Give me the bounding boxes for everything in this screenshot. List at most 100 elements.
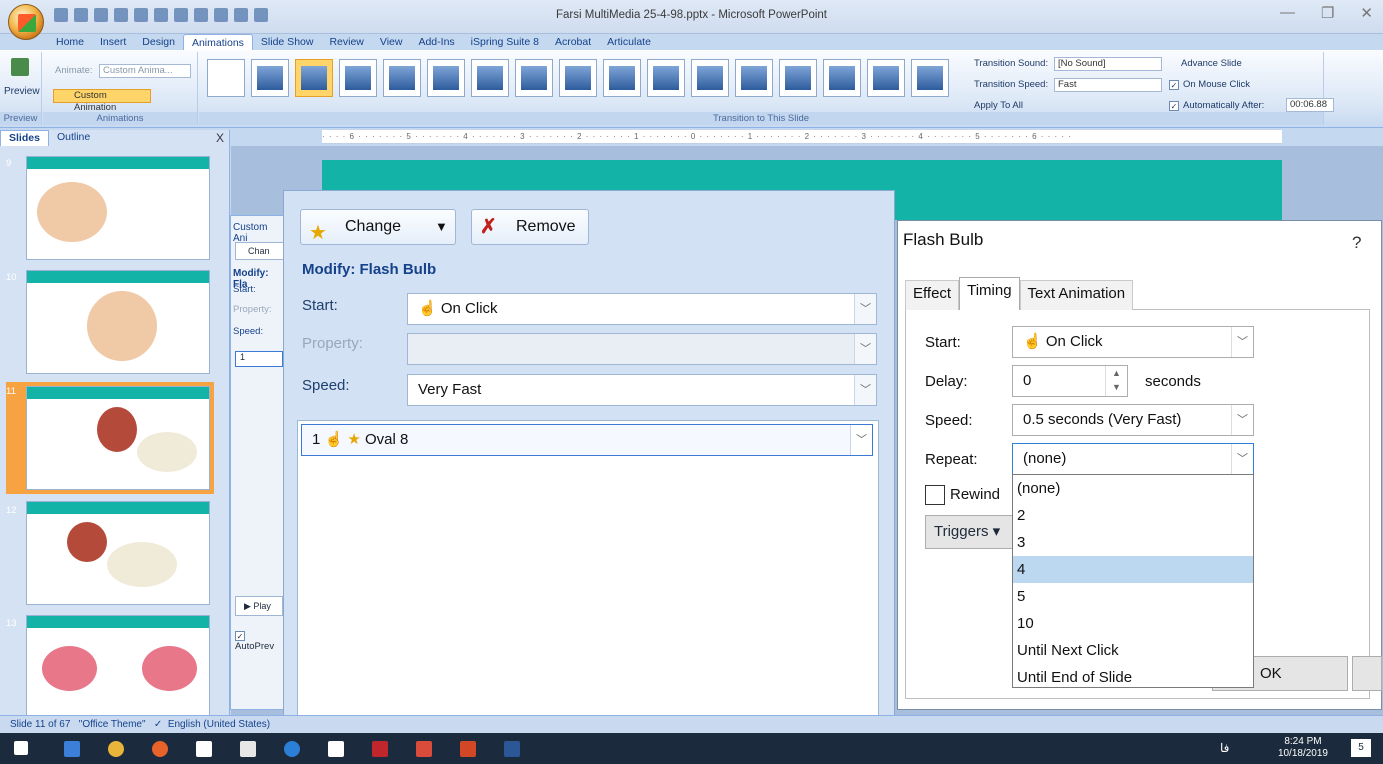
restore-button[interactable]: ❐ xyxy=(1321,4,1334,22)
app-icon[interactable] xyxy=(372,741,388,757)
tab-home[interactable]: Home xyxy=(48,34,92,50)
speed-dropdown[interactable]: Very Fast ﹀ xyxy=(407,374,877,406)
office-button[interactable] xyxy=(8,4,44,40)
transition-thumbnail[interactable] xyxy=(911,59,949,97)
transition-thumbnail[interactable] xyxy=(647,59,685,97)
close-panel-button[interactable]: X xyxy=(216,131,224,145)
transition-thumbnail[interactable] xyxy=(383,59,421,97)
clock[interactable]: 8:24 PM 10/18/2019 xyxy=(1278,736,1328,760)
slide-thumb-9[interactable] xyxy=(26,156,210,260)
chevron-down-icon[interactable]: ﹀ xyxy=(1231,444,1253,474)
delay-spinner[interactable]: 0 ▲ ▼ xyxy=(1012,365,1128,397)
app-icon[interactable] xyxy=(328,741,344,757)
repeat-option[interactable]: (none) xyxy=(1013,475,1253,502)
tab-add-ins[interactable]: Add-Ins xyxy=(410,34,462,50)
automatically-after-checkbox[interactable]: ✓ Automatically After: xyxy=(1169,100,1264,111)
repeat-option[interactable]: Until Next Click xyxy=(1013,637,1253,664)
spellcheck-icon[interactable]: ✓ xyxy=(154,719,162,730)
transition-thumbnail[interactable] xyxy=(867,59,905,97)
transition-thumbnail[interactable] xyxy=(427,59,465,97)
transition-thumbnail[interactable] xyxy=(823,59,861,97)
change-button[interactable]: ★ Change ▼ xyxy=(300,209,456,245)
tab-text-animation[interactable]: Text Animation xyxy=(1019,280,1134,310)
repeat-option[interactable]: Until End of Slide xyxy=(1013,664,1253,691)
slide-thumb-12[interactable] xyxy=(26,501,210,605)
start-dropdown[interactable]: ☝ On Click ﹀ xyxy=(407,293,877,325)
animation-list-item[interactable]: 1 ☝ ★ Oval 8 ﹀ xyxy=(301,424,873,456)
speed-dropdown[interactable]: 0.5 seconds (Very Fast) ﹀ xyxy=(1012,404,1254,436)
tab-articulate[interactable]: Articulate xyxy=(599,34,659,50)
triggers-button[interactable]: Triggers ▾ xyxy=(925,515,1015,549)
spinner-arrows-icon[interactable]: ▲ ▼ xyxy=(1105,366,1127,396)
start-dropdown[interactable]: ☝ On Click ﹀ xyxy=(1012,326,1254,358)
transition-thumbnail[interactable] xyxy=(207,59,245,97)
repeat-option[interactable]: 3 xyxy=(1013,529,1253,556)
notification-icon[interactable]: 5 xyxy=(1351,739,1371,757)
word-icon[interactable] xyxy=(504,741,520,757)
apply-to-all-button[interactable]: Apply To All xyxy=(974,100,1023,111)
transition-thumbnail[interactable] xyxy=(603,59,641,97)
remove-button[interactable]: ✗ Remove xyxy=(471,209,589,245)
theme-name[interactable]: "Office Theme" xyxy=(79,719,146,730)
automatically-after-spinner[interactable]: 00:06.88 xyxy=(1286,98,1334,112)
transition-thumbnail[interactable] xyxy=(515,59,553,97)
change-button-small[interactable]: Chan xyxy=(235,242,285,260)
repeat-option-highlighted[interactable]: 4 xyxy=(1013,556,1253,583)
chevron-down-icon[interactable]: ﹀ xyxy=(854,375,876,405)
animate-dropdown[interactable]: Custom Anima... xyxy=(99,64,191,78)
tab-view[interactable]: View xyxy=(372,34,411,50)
tab-review[interactable]: Review xyxy=(321,34,371,50)
transition-thumbnail[interactable] xyxy=(735,59,773,97)
chevron-down-icon[interactable]: ﹀ xyxy=(1231,405,1253,435)
anim-item-small[interactable]: 1 xyxy=(235,351,283,367)
chevron-down-icon[interactable]: ﹀ xyxy=(850,425,872,455)
transition-speed-dropdown[interactable]: Fast xyxy=(1054,78,1162,92)
transition-thumbnail[interactable] xyxy=(251,59,289,97)
store-icon[interactable] xyxy=(240,741,256,757)
animation-list[interactable] xyxy=(297,420,879,730)
language-indicator[interactable]: فا xyxy=(1220,741,1229,755)
tab-outline[interactable]: Outline xyxy=(49,130,98,146)
repeat-option[interactable]: 10 xyxy=(1013,610,1253,637)
slide-thumb-11[interactable] xyxy=(26,386,210,490)
transition-thumbnail[interactable] xyxy=(471,59,509,97)
chrome-icon[interactable] xyxy=(108,741,124,757)
transition-thumbnail[interactable] xyxy=(339,59,377,97)
transition-thumbnail[interactable] xyxy=(559,59,597,97)
tab-animations[interactable]: Animations xyxy=(182,34,253,50)
tab-insert[interactable]: Insert xyxy=(92,34,134,50)
language-indicator[interactable]: English (United States) xyxy=(168,719,270,730)
transition-thumbnail[interactable] xyxy=(779,59,817,97)
slide-thumb-10[interactable] xyxy=(26,270,210,374)
firefox-icon[interactable] xyxy=(152,741,168,757)
transition-sound-dropdown[interactable]: [No Sound] xyxy=(1054,57,1162,71)
play-button[interactable]: ▶ Play xyxy=(235,596,283,616)
repeat-options-list[interactable]: (none) 2 3 4 5 10 Until Next Click Until… xyxy=(1012,474,1254,688)
app-icon[interactable] xyxy=(416,741,432,757)
tab-acrobat[interactable]: Acrobat xyxy=(547,34,599,50)
windows-start-icon[interactable] xyxy=(14,741,28,755)
powerpoint-icon[interactable] xyxy=(460,741,476,757)
task-view-icon[interactable] xyxy=(64,741,80,757)
file-icon[interactable] xyxy=(196,741,212,757)
chevron-down-icon[interactable]: ﹀ xyxy=(1231,327,1253,357)
tab-ispring[interactable]: iSpring Suite 8 xyxy=(463,34,547,50)
thumbnail-list[interactable]: 9 10 11 12 13 xyxy=(0,150,230,719)
custom-animation-button[interactable]: Custom Animation xyxy=(53,89,151,113)
autopreview-checkbox[interactable]: ✓AutoPrev xyxy=(235,630,284,652)
transition-thumbnail[interactable] xyxy=(691,59,729,97)
rewind-checkbox[interactable] xyxy=(925,485,945,505)
edge-icon[interactable] xyxy=(284,741,300,757)
tab-timing[interactable]: Timing xyxy=(959,277,1020,310)
tab-slide-show[interactable]: Slide Show xyxy=(253,34,322,50)
tab-design[interactable]: Design xyxy=(134,34,183,50)
close-button[interactable]: ✕ xyxy=(1360,4,1373,22)
repeat-option[interactable]: 2 xyxy=(1013,502,1253,529)
tab-slides[interactable]: Slides xyxy=(0,130,49,146)
on-mouse-click-checkbox[interactable]: ✓ On Mouse Click xyxy=(1169,79,1250,90)
chevron-down-icon[interactable]: ﹀ xyxy=(854,294,876,324)
slide-thumb-13[interactable] xyxy=(26,615,210,719)
preview-button[interactable]: Preview xyxy=(4,86,40,97)
tab-effect[interactable]: Effect xyxy=(905,280,960,310)
repeat-option[interactable]: 5 xyxy=(1013,583,1253,610)
